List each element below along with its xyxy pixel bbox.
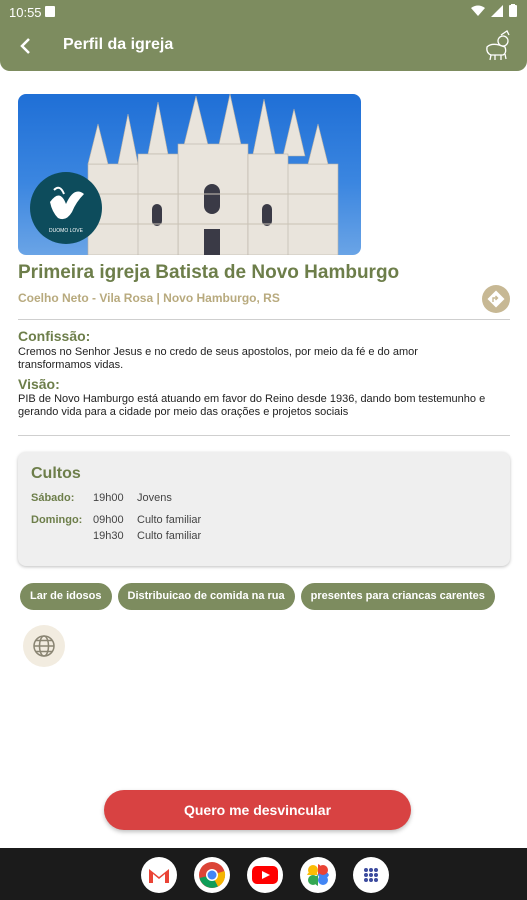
service-time: 19h30 <box>93 530 124 542</box>
church-name: Primeira igreja Batista de Novo Hamburgo <box>18 262 400 283</box>
day-label: Domingo: <box>31 514 83 526</box>
app-bar: Perfil da igreja <box>0 24 527 68</box>
service-time: 19h00 <box>93 492 124 504</box>
status-bar: 10:55 <box>0 0 527 24</box>
divider <box>18 319 510 320</box>
service-name: Culto familiar <box>137 514 202 526</box>
church-logo: DUOMO LOVE <box>30 172 102 244</box>
service-slot: 19h30 Culto familiar <box>93 530 201 542</box>
photos-icon[interactable] <box>300 857 336 893</box>
dove-logo-icon: DUOMO LOVE <box>49 186 84 234</box>
app-drawer-icon[interactable] <box>353 857 389 893</box>
directions-icon <box>487 290 505 308</box>
day-label: Sábado: <box>31 492 75 504</box>
lamb-logo-icon <box>486 30 510 61</box>
directions-button[interactable] <box>482 285 510 313</box>
tag-chip[interactable]: presentes para criancas carentes <box>300 583 495 610</box>
vision-text: PIB de Novo Hamburgo está atuando em fav… <box>18 393 486 418</box>
status-icons <box>471 4 517 17</box>
sim-icon <box>45 6 55 17</box>
service-time: 09h00 <box>93 514 124 526</box>
website-button[interactable] <box>23 625 65 667</box>
page-title: Perfil da igreja <box>63 36 174 53</box>
confession-text: Cremos no Senhor Jesus e no credo de seu… <box>18 346 418 371</box>
top-app-bar: 10:55 Perfil da igreja <box>0 0 527 71</box>
divider <box>18 435 510 436</box>
service-name: Culto familiar <box>137 530 202 542</box>
youtube-icon[interactable] <box>247 857 283 893</box>
church-address: Coelho Neto - Vila Rosa | Novo Hamburgo,… <box>18 291 280 305</box>
unlink-button[interactable]: Quero me desvincular <box>104 790 411 830</box>
battery-icon <box>509 4 517 17</box>
back-arrow-icon[interactable] <box>14 34 38 58</box>
vision-label: Visão: <box>18 376 60 392</box>
system-dock <box>0 848 527 900</box>
ministry-tags: Lar de idosos Distribuicao de comida na … <box>20 583 495 610</box>
service-slot: 19h00 Jovens <box>93 492 172 504</box>
cultos-title: Cultos <box>31 465 81 482</box>
confession-label: Confissão: <box>18 328 91 344</box>
svg-text:DUOMO LOVE: DUOMO LOVE <box>49 228 84 234</box>
service-name: Jovens <box>137 492 172 504</box>
globe-icon <box>33 635 55 657</box>
tag-chip[interactable]: Distribuicao de comida na rua <box>117 583 295 610</box>
status-time: 10:55 <box>9 5 42 20</box>
cultos-card: Cultos Sábado: 19h00 Jovens Domingo: 09h0… <box>18 452 510 566</box>
gmail-icon[interactable] <box>141 857 177 893</box>
tag-chip[interactable]: Lar de idosos <box>20 583 112 610</box>
service-slot: 09h00 Culto familiar <box>93 514 201 526</box>
signal-icon <box>491 4 503 17</box>
chrome-icon[interactable] <box>194 857 230 893</box>
wifi-icon <box>471 5 485 16</box>
